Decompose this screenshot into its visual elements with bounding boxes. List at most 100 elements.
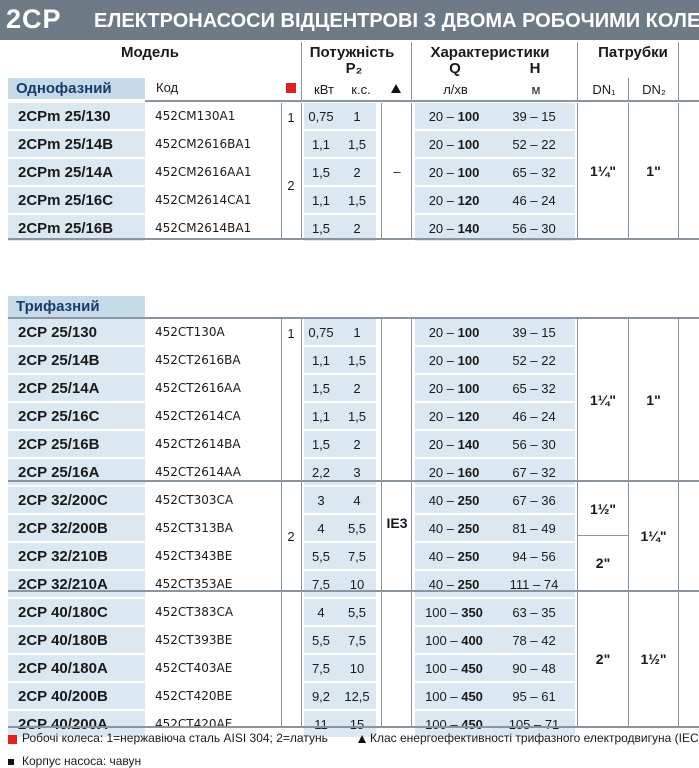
flow-min: 100 – — [425, 660, 462, 676]
flow-q: 100 – 450 — [415, 654, 493, 683]
power-hp: 1,5 — [338, 346, 376, 375]
head-h: 52 – 22 — [493, 346, 575, 375]
model-name: 2CP 40/200B — [8, 682, 145, 711]
power-kw: 1,5 — [304, 430, 338, 459]
flow-min: 20 – — [428, 408, 458, 424]
model-code: 452CT2616AA — [145, 374, 282, 403]
model-name: 2CP 40/180C — [8, 598, 145, 627]
flow-max: 450 — [461, 660, 483, 676]
head-h: 65 – 32 — [493, 158, 575, 187]
power-hp: 1 — [338, 103, 376, 131]
divider — [281, 319, 282, 726]
head-h: 81 – 49 — [493, 514, 575, 543]
efficiency-note: Клас енергоефективності трифазного елект… — [370, 731, 699, 745]
header-h-unit: м — [531, 82, 541, 97]
flow-max: 100 — [457, 380, 480, 396]
flow-q: 20 – 100 — [415, 319, 493, 347]
header-kw: кВт — [314, 82, 334, 97]
flow-q: 20 – 100 — [415, 346, 493, 375]
model-name: 2CP 32/210B — [8, 542, 145, 571]
power-kw: 7,5 — [304, 570, 338, 599]
group-rule — [578, 535, 628, 536]
flow-min: 40 – — [428, 492, 458, 508]
flow-max: 140 — [457, 220, 480, 236]
flow-max: 140 — [457, 436, 480, 452]
divider — [411, 319, 412, 726]
power-hp: 12,5 — [338, 682, 376, 711]
model-name: 2CP 25/14A — [8, 374, 145, 403]
body-note: Корпус насоса: чавун — [22, 754, 142, 768]
flow-max: 400 — [461, 632, 483, 648]
power-kw: 5,5 — [304, 542, 338, 571]
model-name: 2CP 25/130 — [8, 319, 145, 347]
divider — [381, 319, 382, 726]
head-h: 111 – 74 — [493, 570, 575, 599]
flow-max: 100 — [457, 164, 480, 180]
power-hp: 4 — [338, 486, 376, 515]
divider — [678, 42, 679, 100]
port-dn2: 1" — [629, 320, 678, 480]
series-title: 2CP — [6, 4, 62, 34]
flow-min: 20 – — [428, 108, 458, 124]
port-dn2: 1" — [629, 104, 678, 238]
power-hp: 1 — [338, 319, 376, 347]
header-ports: Патрубки — [598, 44, 668, 61]
power-kw: 1,1 — [304, 402, 338, 431]
power-kw: 7,5 — [304, 654, 338, 683]
flow-max: 100 — [457, 136, 480, 152]
port-dn2: 1¼" — [629, 482, 678, 590]
flow-q: 20 – 140 — [415, 430, 493, 459]
flow-q: 40 – 250 — [415, 542, 493, 571]
power-kw: 1,5 — [304, 374, 338, 403]
flow-min: 20 – — [428, 164, 458, 180]
power-kw: 1,1 — [304, 130, 338, 159]
model-code: 452CT343BE — [145, 542, 282, 571]
impeller-material: 1 — [282, 104, 300, 130]
model-name: 2CPm 25/14B — [8, 130, 145, 159]
divider — [678, 319, 679, 726]
header-p2: P₂ — [345, 60, 363, 77]
flow-min: 20 – — [428, 136, 458, 152]
header-power: Потужність — [309, 44, 395, 61]
efficiency-class: – — [382, 104, 412, 238]
power-kw: 0,75 — [304, 103, 338, 131]
section-three-phase: Трифазний — [8, 296, 145, 317]
flow-max: 450 — [461, 716, 483, 732]
divider — [628, 482, 629, 726]
power-kw: 0,75 — [304, 319, 338, 347]
head-h: 39 – 15 — [493, 103, 575, 131]
up-triangle-icon — [391, 84, 401, 93]
divider — [301, 103, 302, 239]
flow-min: 20 – — [428, 324, 458, 340]
divider — [628, 78, 629, 100]
head-h: 39 – 15 — [493, 319, 575, 347]
power-hp: 10 — [338, 570, 376, 599]
model-code: 452CT383CA — [145, 598, 282, 627]
flow-q: 20 – 100 — [415, 130, 493, 159]
model-code: 452CT130A — [145, 319, 282, 347]
flow-min: 40 – — [428, 548, 458, 564]
flow-min: 20 – — [428, 436, 458, 452]
port-dn1: 1¼" — [578, 104, 628, 238]
model-name: 2CP 32/210A — [8, 570, 145, 599]
flow-q: 20 – 120 — [415, 402, 493, 431]
header-h: H — [529, 60, 541, 77]
model-code: 452CT2614CA — [145, 402, 282, 431]
flow-q: 20 – 100 — [415, 158, 493, 187]
divider — [678, 103, 679, 239]
port-dn2: 1½" — [629, 592, 678, 725]
head-h: 63 – 35 — [493, 598, 575, 627]
flow-min: 100 – — [425, 604, 462, 620]
table-bottom-rule — [8, 726, 699, 728]
power-hp: 1,5 — [338, 186, 376, 215]
power-hp: 10 — [338, 654, 376, 683]
flow-min: 40 – — [428, 520, 458, 536]
model-name: 2CP 25/14B — [8, 346, 145, 375]
head-h: 65 – 32 — [493, 374, 575, 403]
port-dn1: 2" — [578, 536, 628, 590]
model-name: 2CP 40/180B — [8, 626, 145, 655]
up-triangle-icon — [358, 735, 366, 743]
model-code: 452CT403AE — [145, 654, 282, 683]
head-h: 67 – 36 — [493, 486, 575, 515]
model-code: 452CT393BE — [145, 626, 282, 655]
